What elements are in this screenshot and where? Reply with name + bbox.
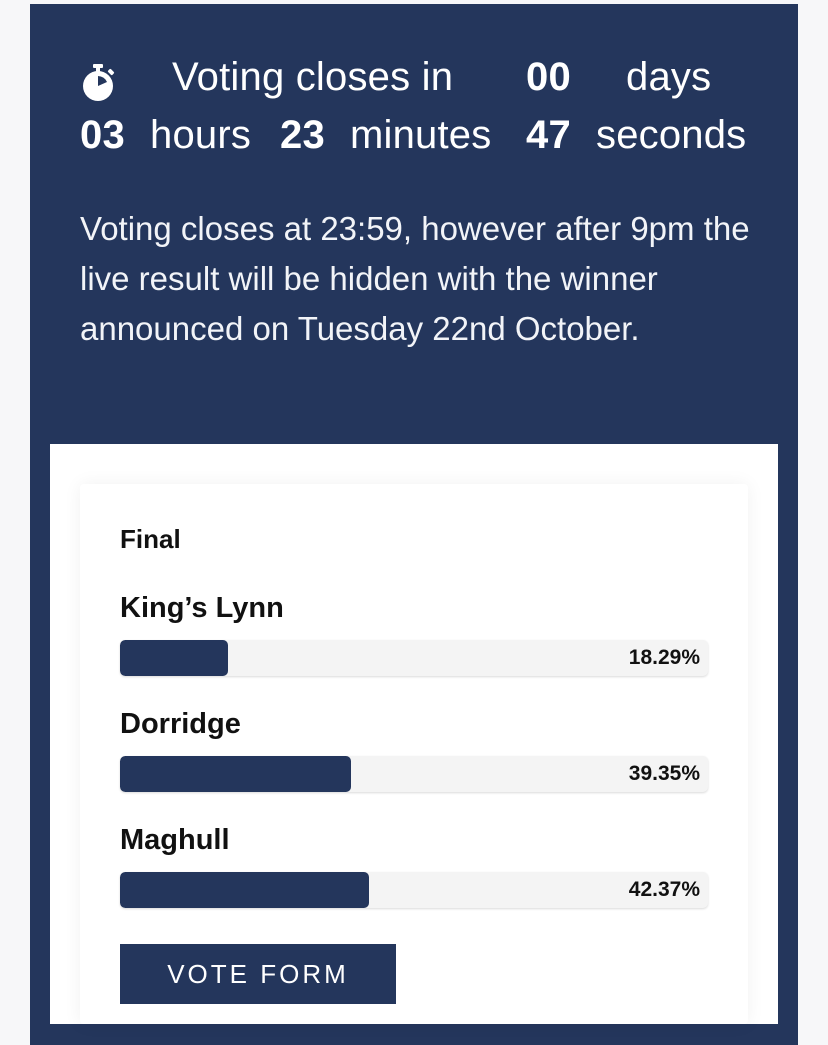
hours-label: hours: [150, 113, 252, 157]
days-label: days: [626, 55, 712, 99]
minutes-label: minutes: [350, 113, 492, 157]
countdown-prefix: Voting closes in: [172, 55, 454, 99]
result-bar-kings-lynn: 18.29%: [120, 640, 708, 676]
poll-title: Final: [120, 524, 181, 554]
result-percent: 18.29%: [628, 646, 700, 669]
countdown-timer: Voting closes in 00 days 03 hours 23 min…: [80, 48, 780, 164]
countdown-row-1: Voting closes in 00 days: [80, 48, 780, 106]
voting-panel: Voting closes in 00 days 03 hours 23 min…: [30, 4, 798, 1045]
seconds-value: 47: [526, 113, 571, 157]
result-bar-fill: [120, 872, 370, 908]
countdown-row-2: 03 hours 23 minutes 47 seconds: [80, 106, 780, 164]
minutes-value: 23: [280, 113, 325, 157]
seconds-label: seconds: [596, 113, 747, 157]
stopwatch-icon: [80, 60, 116, 101]
result-percent: 39.35%: [628, 762, 700, 785]
poll-card: Final King’s Lynn 18.29% Dorridge 39.35%…: [80, 484, 748, 1024]
result-bar-fill: [120, 756, 352, 792]
hours-value: 03: [80, 113, 125, 157]
result-bar-maghull: 42.37%: [120, 872, 708, 908]
result-bar-fill: [120, 640, 228, 676]
option-label-maghull: Maghull: [120, 824, 230, 856]
poll-container: Final King’s Lynn 18.29% Dorridge 39.35%…: [50, 444, 778, 1024]
voting-notice: Voting closes at 23:59, however after 9p…: [80, 210, 750, 347]
vote-form-button[interactable]: VOTE FORM: [120, 944, 396, 1004]
option-label-kings-lynn: King’s Lynn: [120, 592, 284, 624]
result-percent: 42.37%: [628, 878, 700, 901]
option-label-dorridge: Dorridge: [120, 708, 241, 740]
result-bar-dorridge: 39.35%: [120, 756, 708, 792]
days-value: 00: [526, 55, 571, 99]
